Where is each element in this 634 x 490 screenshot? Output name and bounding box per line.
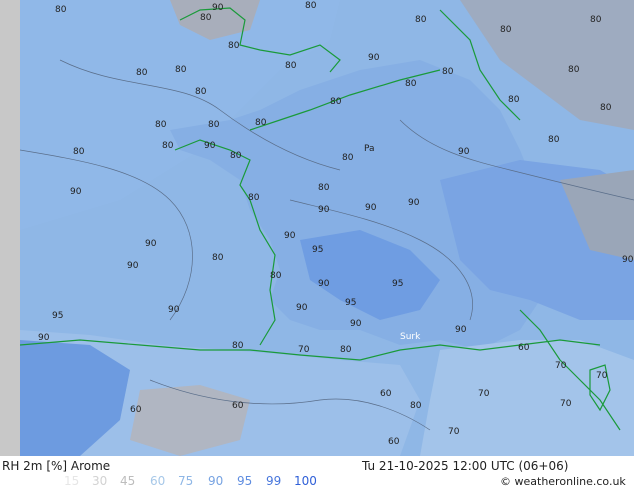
contour-label: 90 bbox=[365, 203, 377, 213]
contour-label: 80 bbox=[155, 120, 167, 130]
mediterranean bbox=[420, 340, 634, 456]
contour-label: 70 bbox=[555, 361, 567, 371]
contour-label: 90 bbox=[284, 231, 296, 241]
legend-item-95: 95 bbox=[237, 474, 253, 488]
contour-label: 95 bbox=[345, 298, 356, 308]
contour-label: 90 bbox=[70, 187, 82, 197]
contour-label: 70 bbox=[448, 427, 460, 437]
contour-label: 90 bbox=[408, 198, 420, 208]
credit-text: © weatheronline.co.uk bbox=[500, 475, 626, 488]
contour-label: 80 bbox=[212, 253, 224, 263]
contour-label: 80 bbox=[318, 183, 330, 193]
contour-label: 70 bbox=[596, 371, 608, 381]
contour-label: 90 bbox=[622, 255, 634, 265]
contour-label: 80 bbox=[208, 120, 220, 130]
contour-label: 80 bbox=[55, 5, 67, 15]
contour-label: 80 bbox=[600, 103, 612, 113]
contour-label: 90 bbox=[127, 261, 139, 271]
contour-label: 80 bbox=[305, 1, 317, 11]
map-title: RH 2m [%] Arome bbox=[2, 459, 111, 473]
contour-label: 80 bbox=[285, 61, 297, 71]
contour-label: 95 bbox=[52, 311, 63, 321]
contour-label: 70 bbox=[560, 399, 572, 409]
contour-label: 80 bbox=[162, 141, 174, 151]
contour-label: 90 bbox=[318, 279, 330, 289]
contour-label: 80 bbox=[340, 345, 352, 355]
contour-label: 90 bbox=[38, 333, 50, 343]
contour-label: 80 bbox=[568, 65, 580, 75]
contour-label: 80 bbox=[508, 95, 520, 105]
contour-label: 80 bbox=[230, 151, 242, 161]
map-canvas: 80 90 80 80 80 80 80 80 80 80 80 90 80 8… bbox=[0, 0, 634, 456]
contour-label: 90 bbox=[368, 53, 380, 63]
contour-label: 60 bbox=[388, 437, 400, 447]
contour-label: 70 bbox=[478, 389, 490, 399]
contour-label: 80 bbox=[548, 135, 560, 145]
contour-label: 80 bbox=[228, 41, 240, 51]
valid-time: Tu 21-10-2025 12:00 UTC (06+06) bbox=[362, 459, 569, 473]
contour-label: 70 bbox=[298, 345, 310, 355]
contour-label: 90 bbox=[350, 319, 362, 329]
legend-item-99: 99 bbox=[266, 474, 282, 488]
contour-label: 90 bbox=[458, 147, 470, 157]
contour-label: 80 bbox=[590, 15, 602, 25]
contour-label: 80 bbox=[255, 118, 267, 128]
contour-label: 60 bbox=[232, 401, 244, 411]
rh-map: 80 90 80 80 80 80 80 80 80 80 80 90 80 8… bbox=[0, 0, 634, 456]
contour-label: 80 bbox=[405, 79, 417, 89]
contour-label: 60 bbox=[380, 389, 392, 399]
contour-label: 90 bbox=[145, 239, 157, 249]
contour-label: 90 bbox=[296, 303, 308, 313]
contour-label: 95 bbox=[392, 279, 403, 289]
contour-label: 80 bbox=[342, 153, 354, 163]
contour-label: 60 bbox=[130, 405, 142, 415]
contour-label: 80 bbox=[415, 15, 427, 25]
contour-label: 80 bbox=[410, 401, 422, 411]
legend-item-45: 45 bbox=[120, 474, 136, 488]
contour-label: 80 bbox=[200, 13, 212, 23]
contour-label: 90 bbox=[204, 141, 216, 151]
city-label-site: Surk bbox=[400, 332, 421, 342]
legend-item-15: 15 bbox=[64, 474, 80, 488]
contour-label: 80 bbox=[232, 341, 244, 351]
legend-item-90: 90 bbox=[208, 474, 224, 488]
contour-label: 90 bbox=[212, 3, 224, 13]
contour-label: 90 bbox=[168, 305, 180, 315]
legend-item-30: 30 bbox=[92, 474, 108, 488]
city-label-paris: Pa bbox=[364, 144, 375, 154]
contour-label: 80 bbox=[442, 67, 454, 77]
contour-label: 90 bbox=[455, 325, 467, 335]
contour-label: 80 bbox=[270, 271, 282, 281]
contour-label: 90 bbox=[318, 205, 330, 215]
contour-label: 60 bbox=[518, 343, 530, 353]
contour-label: 80 bbox=[175, 65, 187, 75]
contour-label: 80 bbox=[248, 193, 260, 203]
contour-label: 80 bbox=[500, 25, 512, 35]
contour-label: 80 bbox=[136, 68, 148, 78]
contour-label: 80 bbox=[195, 87, 207, 97]
left-margin-strip bbox=[0, 0, 20, 456]
legend-item-60: 60 bbox=[150, 474, 166, 488]
contour-label: 95 bbox=[312, 245, 323, 255]
contour-label: 80 bbox=[330, 97, 342, 107]
legend-item-100: 100 bbox=[294, 474, 317, 488]
legend-item-75: 75 bbox=[178, 474, 194, 488]
contour-label: 80 bbox=[73, 147, 85, 157]
